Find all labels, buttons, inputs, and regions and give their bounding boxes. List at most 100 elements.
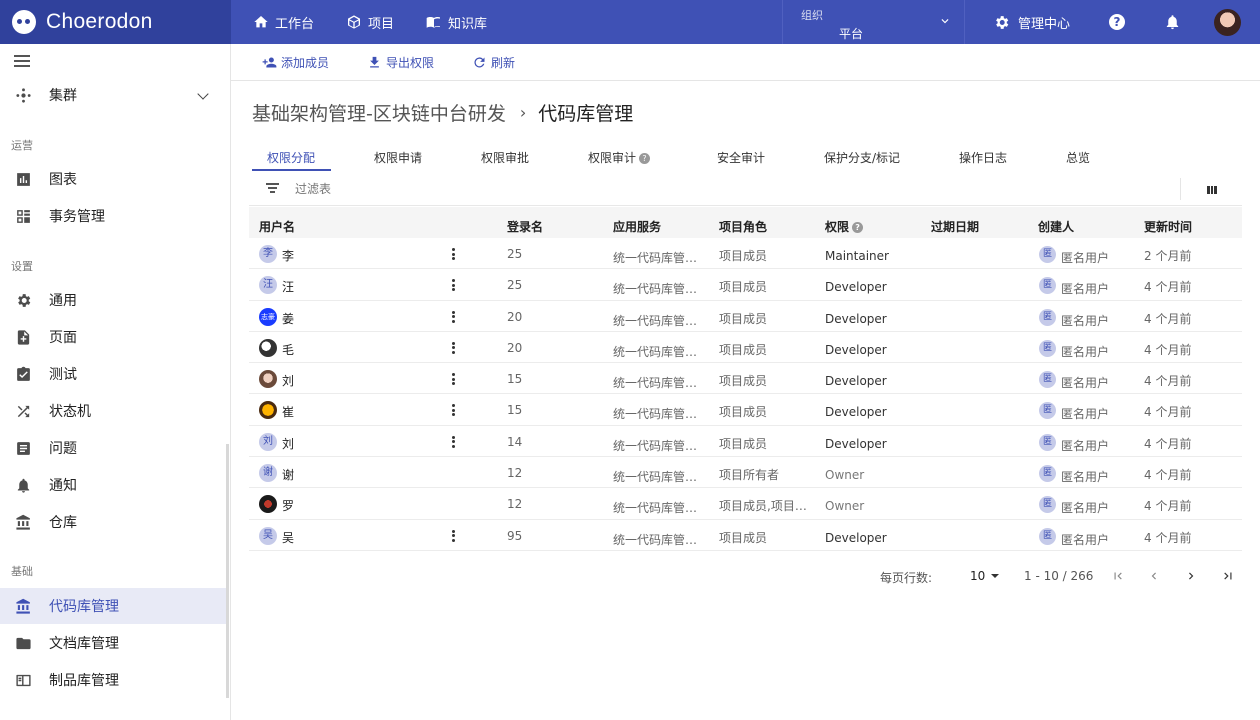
sidebar-item-code-repo[interactable]: 代码库管理 [0,588,229,624]
help-icon: ? [852,222,864,233]
nav-workbench[interactable]: 工作台 [253,13,314,32]
creator: 匿名用户 [1061,501,1110,516]
more-vert-icon[interactable] [452,404,455,417]
tab-permission-assign[interactable]: 权限分配 [267,149,315,166]
avatar: 匿 [1039,246,1056,263]
tab-permission-apply[interactable]: 权限申请 [374,149,422,166]
page-title: 代码库管理 [538,103,634,125]
management-center-button[interactable]: 管理中心 [993,0,1070,44]
login-name: 12 [507,497,523,512]
creator: 匿名用户 [1061,438,1110,453]
sidebar-scrollbar[interactable] [226,444,229,698]
more-vert-icon[interactable] [452,529,455,542]
first-page-icon[interactable] [1111,569,1125,583]
sidebar-group-title: 设置 [11,260,33,273]
help-icon[interactable]: ? [1109,14,1125,30]
page-size-select[interactable]: 10 [970,569,1000,583]
brand[interactable]: Choerodon [0,0,231,44]
export-permission-button[interactable]: 导出权限 [367,54,434,71]
table-row[interactable]: 谢谢 12 统一代码库管… 项目所有者 Owner 匿匿名用户 4 个月前 [249,457,1242,489]
avatar: 汪 [259,276,277,295]
next-page-icon[interactable] [1184,569,1198,583]
more-vert-icon[interactable] [452,373,455,386]
more-vert-icon[interactable] [452,310,455,323]
sidebar-item-page[interactable]: 页面 [0,319,229,355]
column-header[interactable]: 用户名 [259,218,295,235]
sidebar-item-issue-management[interactable]: 事务管理 [0,198,229,234]
prev-page-icon[interactable] [1147,569,1161,583]
nav-knowledge[interactable]: 知识库 [426,13,487,32]
tab-protected-branch[interactable]: 保护分支/标记 [824,149,900,166]
tab-overview[interactable]: 总览 [1066,149,1090,166]
org-selector[interactable]: 组织 平台 [782,0,965,44]
filter-icon[interactable] [266,183,279,193]
tab-permission-approve[interactable]: 权限审批 [481,149,529,166]
sidebar-item-test[interactable]: 测试 [0,356,229,392]
table-row[interactable]: 刘刘 14 统一代码库管… 项目成员 Developer 匿匿名用户 4 个月前 [249,426,1242,458]
columns-icon[interactable] [1207,186,1218,194]
column-header[interactable]: 应用服务 [613,218,661,235]
choerodon-logo-icon [12,10,36,34]
column-header[interactable]: 过期日期 [931,218,979,235]
permission: Owner [825,499,865,514]
refresh-label: 刷新 [491,55,516,70]
table-row[interactable]: 罗 12 统一代码库管… 项目成员,项目… Owner 匿匿名用户 4 个月前 [249,488,1242,520]
permission: Maintainer [825,249,889,263]
user-name: 刘 [282,374,295,389]
sidebar-item-state-machine[interactable]: 状态机 [0,393,229,429]
gear-icon [18,293,31,307]
book-icon [426,17,441,28]
column-header[interactable]: 创建人 [1038,218,1074,235]
column-header[interactable]: 权限? [825,218,864,235]
breadcrumb-parent[interactable]: 基础架构管理-区块链中台研发 [252,99,506,126]
dropdown-arrow-icon [991,574,1000,578]
avatar [259,338,277,357]
list-icon [17,441,30,455]
sidebar-item-chart[interactable]: 图表 [0,161,229,197]
avatar [259,495,277,514]
sidebar: 集群 运营 图表 事务管理 设置 通用 页面 测试 状态机 问题 通知 仓库 基… [0,44,231,720]
column-header[interactable]: 登录名 [507,218,543,235]
table-row[interactable]: 吴吴 95 统一代码库管… 项目成员 Developer 匿匿名用户 4 个月前 [249,520,1242,551]
column-header[interactable]: 更新时间 [1144,218,1192,235]
sidebar-item-warehouse[interactable]: 仓库 [0,504,229,540]
table-row[interactable]: 志豪姜 20 统一代码库管… 项目成员 Developer 匿匿名用户 4 个月前 [249,301,1242,332]
more-vert-icon[interactable] [452,435,455,448]
more-vert-icon[interactable] [452,279,455,292]
menu-toggle-icon[interactable] [14,55,30,67]
creator: 匿名用户 [1061,407,1110,422]
login-name: 15 [507,403,523,418]
table-row[interactable]: 刘 15 统一代码库管… 项目成员 Developer 匿匿名用户 4 个月前 [249,363,1242,395]
updated-time: 4 个月前 [1144,436,1192,451]
gear-icon [996,15,1009,29]
app-service: 统一代码库管… [613,313,698,328]
tab-operation-log[interactable]: 操作日志 [959,149,1007,166]
filter-input[interactable] [295,182,495,196]
sidebar-item-notify[interactable]: 通知 [0,467,229,503]
table-row[interactable]: 毛 20 统一代码库管… 项目成员 Developer 匿匿名用户 4 个月前 [249,332,1242,364]
sidebar-item-artifact-repo[interactable]: 制品库管理 [0,662,229,698]
user-name: 吴 [282,530,295,545]
refresh-button[interactable]: 刷新 [472,54,515,71]
table-row[interactable]: 汪汪 25 统一代码库管… 项目成员 Developer 匿匿名用户 4 个月前 [249,269,1242,301]
table-row[interactable]: 崔 15 统一代码库管… 项目成员 Developer 匿匿名用户 4 个月前 [249,394,1242,426]
tab-security-audit[interactable]: 安全审计 [717,149,765,166]
sidebar-item-general[interactable]: 通用 [0,282,229,318]
permission: Developer [825,436,887,451]
cube-icon [348,15,361,29]
add-member-button[interactable]: 添加成员 [262,54,329,71]
table-row[interactable]: 李李 25 统一代码库管… 项目成员 Maintainer 匿匿名用户 2 个月前 [249,238,1242,270]
nav-project[interactable]: 项目 [346,13,394,32]
user-avatar[interactable] [1214,9,1241,36]
sidebar-item-label: 制品库管理 [49,673,119,689]
tab-permission-audit[interactable]: 权限审计? [588,149,651,166]
last-page-icon[interactable] [1221,569,1235,583]
more-vert-icon[interactable] [452,248,455,260]
sidebar-item-doc-repo[interactable]: 文档库管理 [0,625,229,661]
sidebar-item-issue[interactable]: 问题 [0,430,229,466]
tab-bar: 权限分配 权限申请 权限审批 权限审计? 安全审计 保护分支/标记 操作日志 总… [252,143,1242,171]
bell-icon[interactable] [1164,13,1181,31]
column-header[interactable]: 项目角色 [719,218,767,235]
sidebar-item-cluster[interactable]: 集群 [0,77,229,113]
more-vert-icon[interactable] [452,341,455,354]
